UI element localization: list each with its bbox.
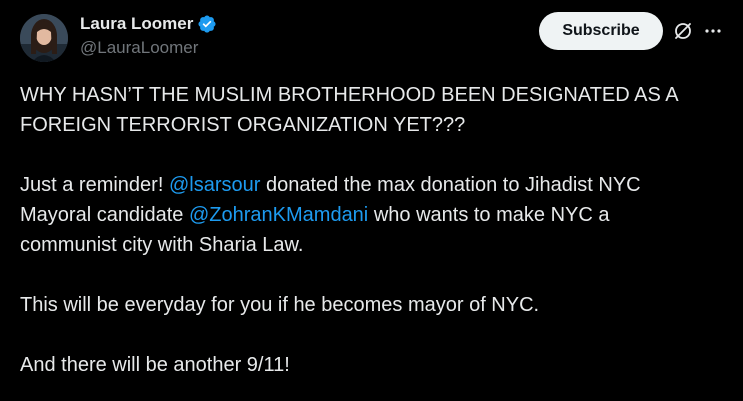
post-text-segment: communist city with Sharia Law. xyxy=(20,234,304,256)
post-paragraph-4: And there will be another 9/11! xyxy=(20,354,290,376)
post-line: FOREIGN TERRORIST ORGANIZATION YET??? xyxy=(20,114,466,136)
post-paragraph-1: WHY HASN’T THE MUSLIM BROTHERHOOD BEEN D… xyxy=(20,80,720,140)
display-name-row: Laura Loomer xyxy=(80,13,217,35)
avatar[interactable] xyxy=(20,14,68,62)
grok-icon[interactable] xyxy=(673,21,693,41)
author-names: Laura Loomer @LauraLoomer xyxy=(80,13,217,59)
avatar-image xyxy=(20,14,68,62)
post-text-segment: Mayoral candidate xyxy=(20,204,189,226)
post-paragraph-3: This will be everyday for you if he beco… xyxy=(20,294,540,316)
post-header: Laura Loomer @LauraLoomer Subscribe xyxy=(20,12,723,64)
verified-badge-icon xyxy=(197,14,217,34)
post-text-segment: Just a reminder! xyxy=(20,174,169,196)
author-display-name[interactable]: Laura Loomer xyxy=(80,13,193,35)
mention-link-zohrankmamdani[interactable]: @ZohranKMamdani xyxy=(189,204,368,226)
post-paragraph-2: Just a reminder! @lsarsour donated the m… xyxy=(20,170,720,260)
post-text-segment: donated the max donation to Jihadist NYC xyxy=(260,174,641,196)
post-line: WHY HASN’T THE MUSLIM BROTHERHOOD BEEN D… xyxy=(20,84,679,106)
more-options-icon[interactable] xyxy=(703,21,723,41)
post-text: WHY HASN’T THE MUSLIM BROTHERHOOD BEEN D… xyxy=(20,80,720,401)
author-handle[interactable]: @LauraLoomer xyxy=(80,37,217,59)
mention-link-lsarsour[interactable]: @lsarsour xyxy=(169,174,260,196)
subscribe-button[interactable]: Subscribe xyxy=(539,12,663,50)
post-text-segment: who wants to make NYC a xyxy=(368,204,610,226)
post: Laura Loomer @LauraLoomer Subscribe WHY … xyxy=(0,0,743,401)
